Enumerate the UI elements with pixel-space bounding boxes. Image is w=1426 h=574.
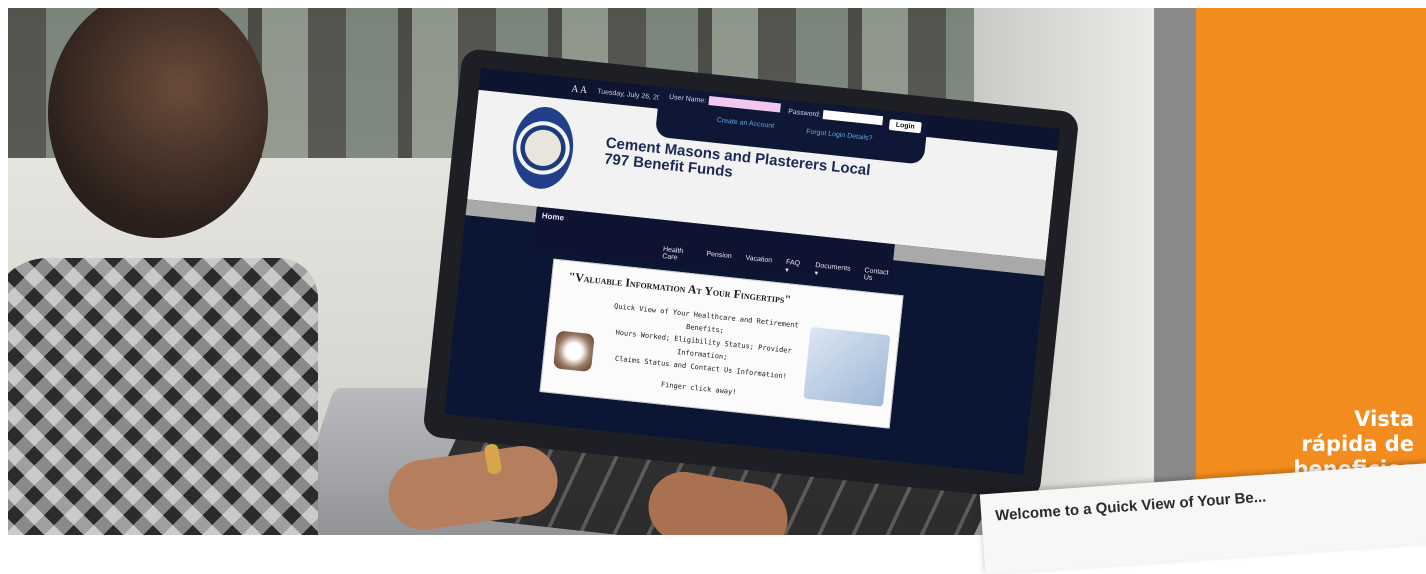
panel-title-line: Vista — [1354, 407, 1414, 431]
paper-card-text: Welcome to a Quick View of Your Be... — [994, 488, 1267, 525]
font-size-toggle[interactable]: A A — [571, 84, 588, 97]
nav-health-care[interactable]: Health Care — [662, 246, 693, 264]
create-account-link[interactable]: Create an Account — [716, 117, 774, 130]
nav-vacation[interactable]: Vacation — [744, 255, 772, 273]
gray-divider-bar — [1154, 8, 1196, 535]
union-seal-logo — [508, 103, 578, 192]
forgot-login-link[interactable]: Forgot Login Details? — [806, 128, 873, 142]
nav-pension[interactable]: Pension — [705, 251, 732, 269]
hero-photo: A A Tuesday, July 26, 2016 Cement Masons… — [8, 8, 1154, 535]
password-input[interactable] — [822, 110, 884, 126]
nav-documents[interactable]: Documents ▾ — [814, 262, 851, 281]
username-input[interactable] — [708, 96, 781, 113]
orange-title-panel: Vista rápida de beneficios — [1196, 8, 1426, 488]
laptop-screen: A A Tuesday, July 26, 2016 Cement Masons… — [444, 67, 1060, 475]
banner-text: Quick View of Your Healthcare and Retire… — [594, 299, 812, 406]
person-shirt — [8, 258, 318, 535]
login-button[interactable]: Login — [888, 119, 922, 134]
password-label: Password: — [787, 108, 821, 119]
laptop-lid: A A Tuesday, July 26, 2016 Cement Masons… — [422, 48, 1080, 501]
baseball-hand-image — [553, 330, 595, 373]
info-banner: "Valuable Information At Your Fingertips… — [539, 258, 904, 429]
calculator-stethoscope-image — [803, 326, 891, 407]
username-label: User Name: — [668, 93, 707, 105]
nav-contact-us[interactable]: Contact Us — [863, 267, 892, 285]
nav-home[interactable]: Home — [541, 211, 564, 222]
nav-faq[interactable]: FAQ ▾ — [785, 259, 802, 276]
panel-title-line: rápida de — [1301, 432, 1414, 456]
